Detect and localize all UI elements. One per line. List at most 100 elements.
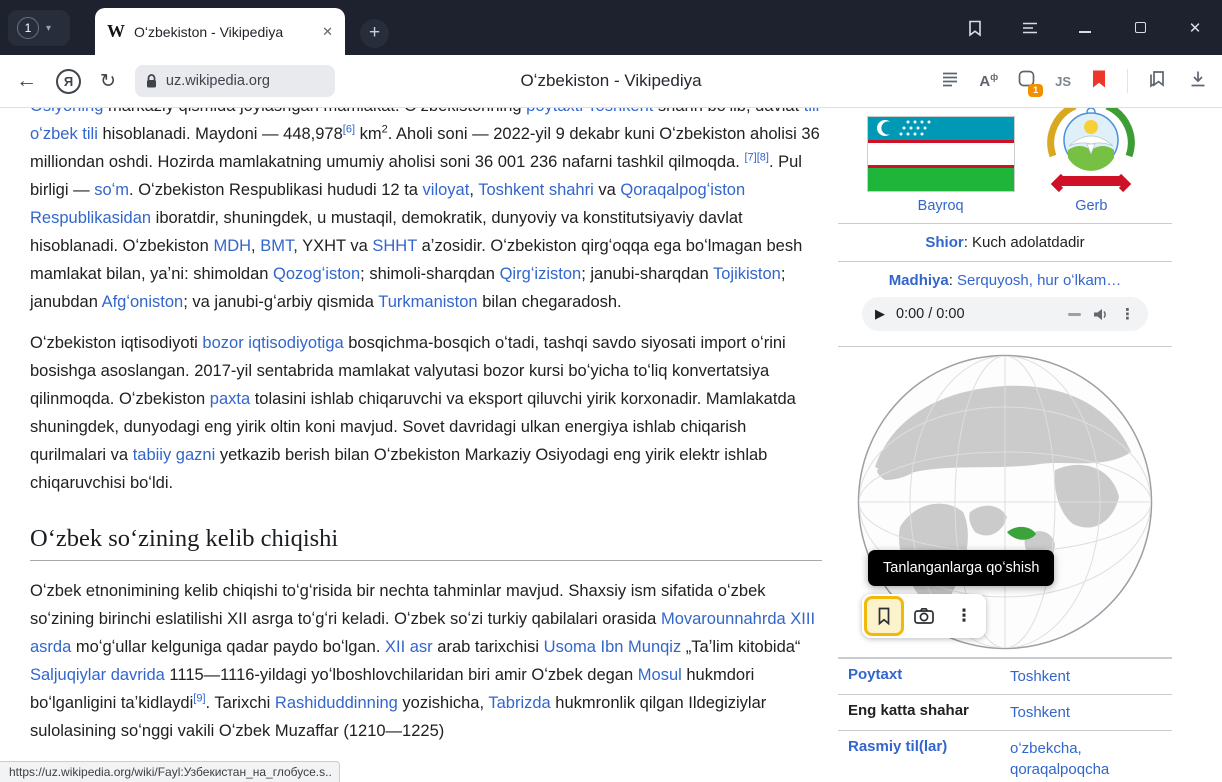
image-action-bar: ⋮ (862, 594, 986, 638)
largest-city-label: Eng katta shahar (848, 702, 1010, 723)
largest-city-value-link[interactable]: Toshkent (1010, 702, 1168, 723)
article-paragraph: Osiyoning markaziy qismida joylashgan ma… (30, 108, 822, 316)
official-languages-label-link[interactable]: Rasmiy til(lar) (848, 738, 1010, 780)
tab-count-badge: 1 (17, 17, 39, 39)
article-link[interactable]: Osiyoning (30, 108, 103, 115)
official-languages-value-link[interactable]: oʻzbekcha, qoraqalpoqcha (1010, 738, 1168, 780)
article-link[interactable]: bozor iqtisodiyotiga (202, 334, 343, 352)
refresh-button[interactable]: ↻ (100, 70, 116, 93)
article-link[interactable]: viloyat (423, 181, 470, 199)
anthem-label-link[interactable]: Madhiya (889, 272, 949, 289)
yandex-home-button[interactable]: Я (56, 69, 81, 94)
add-to-favorites-tooltip: Tanlanganlarga qoʻshish (868, 550, 1054, 586)
motto-text: Kuch adolatdadir (972, 234, 1085, 251)
article-link[interactable]: Saljuqiylar davrida (30, 666, 165, 684)
extension-icon[interactable]: 1 (1017, 69, 1036, 93)
flag-image-block[interactable]: Bayroq (867, 116, 1015, 214)
camera-icon (913, 606, 935, 626)
article-link[interactable]: XII asr (385, 638, 433, 656)
motto-row: Shior: Kuch adolatdadir (838, 223, 1172, 261)
article-paragraph: Oʻzbekiston iqtisodiyoti bozor iqtisodiy… (30, 329, 822, 497)
minimize-button[interactable] (1074, 17, 1096, 39)
infobox-row-largest-city: Eng katta shahar Toshkent (838, 694, 1172, 730)
article-link[interactable]: Toshkent shahri (478, 181, 594, 199)
browser-menu-icon[interactable] (1019, 17, 1041, 39)
visual-search-button[interactable] (904, 596, 944, 636)
wikipedia-favicon: W (107, 21, 125, 42)
translate-icon[interactable]: Aф (979, 73, 998, 90)
flag-caption-link[interactable]: Bayroq (918, 198, 964, 214)
active-tab[interactable]: W Oʻzbekiston - Vikipediya ✕ (95, 8, 345, 55)
kebab-icon: ⋮ (956, 606, 973, 626)
article-link[interactable]: Afgʻoniston (102, 293, 184, 311)
country-infobox: Bayroq Gerb Shior: Kuch ad (838, 108, 1172, 782)
emblem-caption-link[interactable]: Gerb (1075, 198, 1107, 214)
article-link[interactable]: [7][8] (744, 152, 768, 164)
article-link[interactable]: poytaxti Toshkent (526, 108, 653, 115)
javascript-indicator[interactable]: JS (1055, 74, 1071, 89)
extension-badge: 1 (1028, 84, 1043, 97)
anthem-row: Madhiya: Serquyosh, hur oʻlkam… ▶ 0:00 /… (838, 261, 1172, 346)
article-link[interactable]: BMT (260, 237, 293, 255)
article-link[interactable]: Tojikiston (713, 265, 781, 283)
more-actions-button[interactable]: ⋮ (944, 596, 984, 636)
toolbar-divider (1127, 69, 1128, 93)
capital-value-link[interactable]: Toshkent (1010, 666, 1168, 687)
lead-paragraphs: Osiyoning markaziy qismida joylashgan ma… (30, 108, 822, 497)
audio-menu-icon[interactable]: ⋮ (1120, 305, 1135, 323)
article-link[interactable]: [9] (193, 693, 205, 705)
article-link[interactable]: tabiiy gazni (133, 446, 216, 464)
article-link[interactable]: soʻm (94, 181, 129, 199)
play-icon[interactable]: ▶ (875, 306, 885, 322)
article-link[interactable]: [6] (343, 124, 355, 136)
article-link[interactable]: Qozogʻiston (273, 265, 360, 283)
back-button[interactable]: ← (16, 69, 37, 93)
tab-close-icon[interactable]: ✕ (322, 24, 333, 40)
window-controls: ✕ (964, 0, 1206, 55)
browser-toolbar: Oʻzbekiston - Vikipediya ← Я ↻ uz.wikipe… (0, 55, 1222, 108)
collections-icon[interactable] (1147, 69, 1169, 94)
close-window-button[interactable]: ✕ (1184, 17, 1206, 39)
audio-time: 0:00 / 0:00 (896, 306, 965, 322)
anthem-title-link[interactable]: Serquyosh, hur oʻlkam… (957, 272, 1121, 289)
address-bar[interactable]: uz.wikipedia.org (135, 65, 335, 97)
section-heading: Oʻzbek soʻzining kelib chiqishi (30, 525, 822, 561)
article-link[interactable]: Qirgʻiziston (500, 265, 582, 283)
volume-slider[interactable] (1068, 313, 1081, 316)
article-paragraph: Oʻzbek etnonimining kelib chiqishi toʻgʻ… (30, 577, 822, 745)
article-link[interactable]: Tabrizda (488, 694, 550, 712)
article-link[interactable]: Usoma Ibn Munqiz (544, 638, 682, 656)
article-link[interactable]: Rashiduddinning (275, 694, 398, 712)
uzbekistan-flag-image[interactable] (867, 116, 1015, 192)
article-body: Osiyoning markaziy qismida joylashgan ma… (30, 108, 822, 758)
infobox-row-official-languages: Rasmiy til(lar) oʻzbekcha, qoraqalpoqcha (838, 730, 1172, 782)
tab-title: Oʻzbekiston - Vikipediya (134, 24, 313, 40)
article-link[interactable]: MDH (213, 237, 251, 255)
article-link[interactable]: Turkmaniston (378, 293, 477, 311)
section-paragraphs: Oʻzbek etnonimining kelib chiqishi toʻgʻ… (30, 577, 822, 745)
page-content: Osiyoning markaziy qismida joylashgan ma… (0, 108, 1210, 782)
bookmark-icon (874, 606, 894, 626)
globe-block: Tanlanganlarga qoʻshish ⋮ (838, 346, 1172, 658)
motto-label-link[interactable]: Shior (925, 234, 963, 251)
uzbekistan-emblem-image[interactable] (1039, 108, 1143, 192)
side-panel-icon[interactable] (964, 17, 986, 39)
reader-mode-icon[interactable] (940, 69, 960, 94)
infobox-row-capital: Poytaxt Toshkent (838, 658, 1172, 694)
link-status-popup: https://uz.wikipedia.org/wiki/Fayl:Узбек… (0, 761, 340, 782)
speaker-icon[interactable] (1092, 307, 1109, 322)
audio-player[interactable]: ▶ 0:00 / 0:00 ⋮ (862, 297, 1148, 331)
capital-label-link[interactable]: Poytaxt (848, 666, 1010, 687)
article-link[interactable]: SHHT (372, 237, 417, 255)
new-tab-button[interactable]: + (360, 19, 389, 48)
bookmark-flag-icon[interactable] (1090, 69, 1108, 94)
article-link[interactable]: paxta (210, 390, 250, 408)
browser-titlebar: 1 ▾ W Oʻzbekiston - Vikipediya ✕ + ✕ (0, 0, 1222, 55)
add-bookmark-button[interactable] (864, 596, 904, 636)
article-link[interactable]: Mosul (638, 666, 682, 684)
downloads-icon[interactable] (1188, 69, 1208, 94)
lock-icon (145, 74, 158, 89)
maximize-button[interactable] (1129, 17, 1151, 39)
emblem-image-block[interactable]: Gerb (1039, 108, 1143, 214)
tab-counter-button[interactable]: 1 ▾ (8, 10, 70, 46)
